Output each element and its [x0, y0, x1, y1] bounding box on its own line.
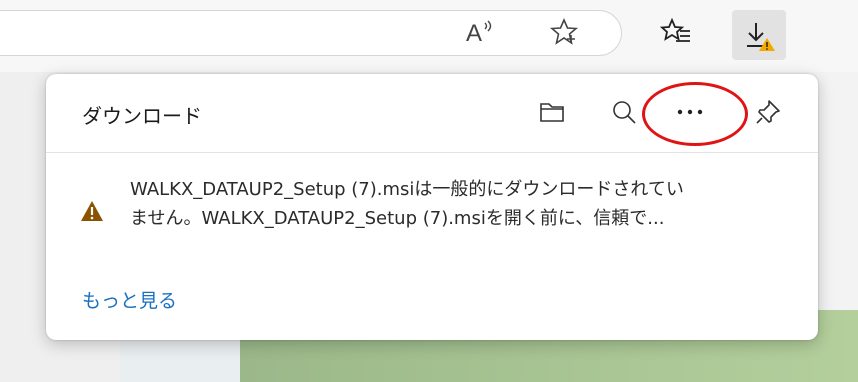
browser-toolbar: A [0, 0, 858, 72]
panel-title: ダウンロード [82, 104, 202, 128]
downloads-button[interactable] [732, 10, 786, 60]
settings-more-icon[interactable] [840, 14, 858, 50]
downloads-icon [747, 23, 775, 51]
download-item-message[interactable]: WALKX_DATAUP2_Setup (7).msiは一般的にダウンロードされ… [130, 175, 802, 233]
highlight-circle [642, 82, 748, 146]
favorites-list-icon[interactable] [658, 14, 694, 50]
see-more-link[interactable]: もっと見る [82, 286, 177, 313]
search-icon[interactable] [604, 92, 644, 132]
address-bar[interactable] [0, 10, 622, 56]
panel-divider [46, 152, 818, 153]
favorite-star-icon[interactable] [546, 14, 582, 50]
pin-icon[interactable] [748, 92, 788, 132]
svg-text:A: A [466, 20, 482, 47]
read-aloud-icon[interactable]: A [462, 14, 498, 50]
download-item-line1: WALKX_DATAUP2_Setup (7).msiは一般的にダウンロードされ… [130, 179, 684, 200]
open-folder-icon[interactable] [532, 92, 572, 132]
download-item-line2: ません。WALKX_DATAUP2_Setup (7).msiを開く前に、信頼で… [130, 208, 665, 229]
warning-icon [80, 200, 104, 226]
